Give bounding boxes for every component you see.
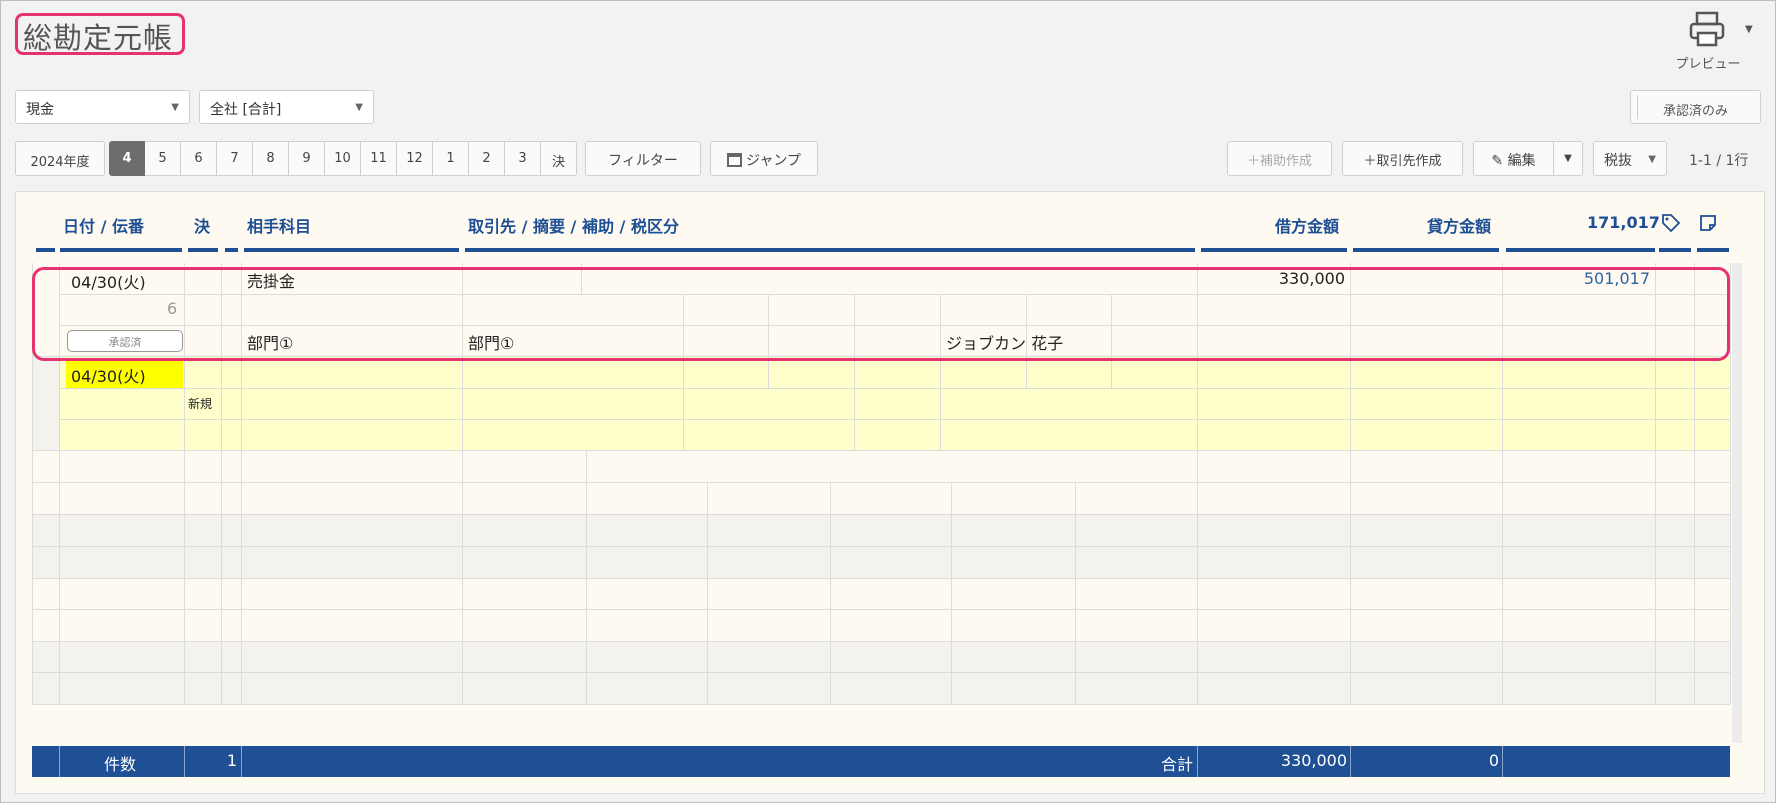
jump-label: ジャンプ xyxy=(746,153,801,169)
header-underline xyxy=(36,248,55,252)
entry-number: 6 xyxy=(167,299,178,318)
entry-person[interactable]: ジョブカン 花子 xyxy=(946,330,1063,354)
scrollbar[interactable] xyxy=(1732,263,1742,743)
credit-total: 0 xyxy=(1488,751,1499,770)
period-tabs: 2024年度 4 5 6 7 8 9 10 11 12 1 2 3 決 xyxy=(15,141,577,176)
edit-dropdown-button[interactable]: ▼ xyxy=(1553,141,1583,176)
col-header-counter-account[interactable]: 相手科目 xyxy=(247,213,311,237)
col-header-partner[interactable]: 取引先 / 摘要 / 補助 / 税区分 xyxy=(468,213,679,237)
col-header-date[interactable]: 日付 / 伝番 xyxy=(63,213,144,237)
chevron-down-icon: ▼ xyxy=(355,102,363,113)
page-title: 総勘定元帳 xyxy=(23,21,174,55)
tab-month-3[interactable]: 3 xyxy=(505,141,541,176)
header-underline xyxy=(60,248,182,252)
department-select-value: 全社 [合計] xyxy=(210,102,282,118)
window: 総勘定元帳 ▼ プレビュー 現金 ▼ 全社 [合計] ▼ 承認済のみ 2024年… xyxy=(0,0,1776,803)
entry-counter-account[interactable]: 売掛金 xyxy=(247,268,295,292)
add-partner-label: 取引先作成 xyxy=(1376,154,1442,169)
account-select-value: 現金 xyxy=(26,102,54,118)
entry-partner-dept[interactable]: 部門① xyxy=(468,330,514,354)
debit-total: 330,000 xyxy=(1280,751,1347,770)
new-entry-row[interactable] xyxy=(59,357,1730,450)
count-label: 件数 xyxy=(104,755,137,774)
header-underline xyxy=(465,248,1195,252)
header-underline xyxy=(188,248,218,252)
pencil-icon: ✎ xyxy=(1491,153,1504,169)
fiscal-year-button[interactable]: 2024年度 xyxy=(15,141,105,176)
col-header-credit[interactable]: 貸方金額 xyxy=(1427,213,1491,237)
tax-select[interactable]: 税抜 ▼ xyxy=(1593,141,1667,176)
add-sub-label: 補助作成 xyxy=(1260,154,1313,169)
status-badge: 承認済 xyxy=(67,330,183,352)
preview-label[interactable]: プレビュー xyxy=(1673,53,1743,72)
col-header-settle[interactable]: 決 xyxy=(194,213,210,237)
tab-month-5[interactable]: 5 xyxy=(145,141,181,176)
header-underline xyxy=(225,248,238,252)
plus-icon: ＋ xyxy=(1363,154,1377,169)
chevron-down-icon: ▼ xyxy=(1648,154,1656,165)
tab-month-9[interactable]: 9 xyxy=(289,141,325,176)
entry-date[interactable]: 04/30(火) xyxy=(71,269,146,293)
edit-label: 編集 xyxy=(1507,153,1536,169)
count-value: 1 xyxy=(226,751,237,770)
filter-button[interactable]: フィルター xyxy=(585,141,701,176)
filter-label: フィルター xyxy=(608,153,678,169)
total-label: 合計 xyxy=(1160,755,1193,774)
header-underline xyxy=(244,248,459,252)
add-sub-button[interactable]: ＋補助作成 xyxy=(1227,141,1332,176)
tab-month-11[interactable]: 11 xyxy=(361,141,397,176)
tab-month-8[interactable]: 8 xyxy=(253,141,289,176)
header-underline xyxy=(1659,248,1691,252)
preview-dropdown-icon[interactable]: ▼ xyxy=(1745,24,1753,35)
jump-button[interactable]: ジャンプ xyxy=(710,141,818,176)
header-underline xyxy=(1697,248,1729,252)
entry-balance: 501,017 xyxy=(1583,269,1650,288)
new-entry-date[interactable]: 04/30(火) xyxy=(71,363,146,387)
add-partner-button[interactable]: ＋取引先作成 xyxy=(1342,141,1463,176)
header-underline xyxy=(1201,248,1347,252)
plus-icon: ＋ xyxy=(1246,154,1260,169)
new-entry-label: 新規 xyxy=(188,397,213,411)
tax-select-value: 税抜 xyxy=(1604,153,1632,169)
entry-counter-dept[interactable]: 部門① xyxy=(247,330,293,354)
memo-icon[interactable] xyxy=(1698,213,1718,233)
tab-settlement[interactable]: 決 xyxy=(541,141,577,176)
tab-month-12[interactable]: 12 xyxy=(397,141,433,176)
tab-month-4[interactable]: 4 xyxy=(109,141,145,176)
printer-icon[interactable] xyxy=(1687,9,1727,49)
totals-bar: 件数 1 合計 330,000 0 xyxy=(32,746,1730,777)
paging-info: 1-1 / 1行 xyxy=(1689,153,1749,169)
header-underline xyxy=(1506,248,1655,252)
tag-icon[interactable] xyxy=(1661,213,1681,233)
approved-only-toggle[interactable]: 承認済のみ xyxy=(1630,90,1761,124)
tab-month-7[interactable]: 7 xyxy=(217,141,253,176)
calendar-icon xyxy=(727,153,743,167)
col-header-balance[interactable]: 171,017 xyxy=(1587,213,1660,232)
tab-month-2[interactable]: 2 xyxy=(469,141,505,176)
tab-month-1[interactable]: 1 xyxy=(433,141,469,176)
tab-month-10[interactable]: 10 xyxy=(325,141,361,176)
chevron-down-icon: ▼ xyxy=(171,102,179,113)
account-select[interactable]: 現金 ▼ xyxy=(15,90,190,124)
department-select[interactable]: 全社 [合計] ▼ xyxy=(199,90,374,124)
edit-button[interactable]: ✎ 編集 xyxy=(1473,141,1554,176)
header-underline xyxy=(1353,248,1499,252)
col-header-debit[interactable]: 借方金額 xyxy=(1275,213,1339,237)
tab-month-6[interactable]: 6 xyxy=(181,141,217,176)
entry-debit[interactable]: 330,000 xyxy=(1201,269,1345,288)
